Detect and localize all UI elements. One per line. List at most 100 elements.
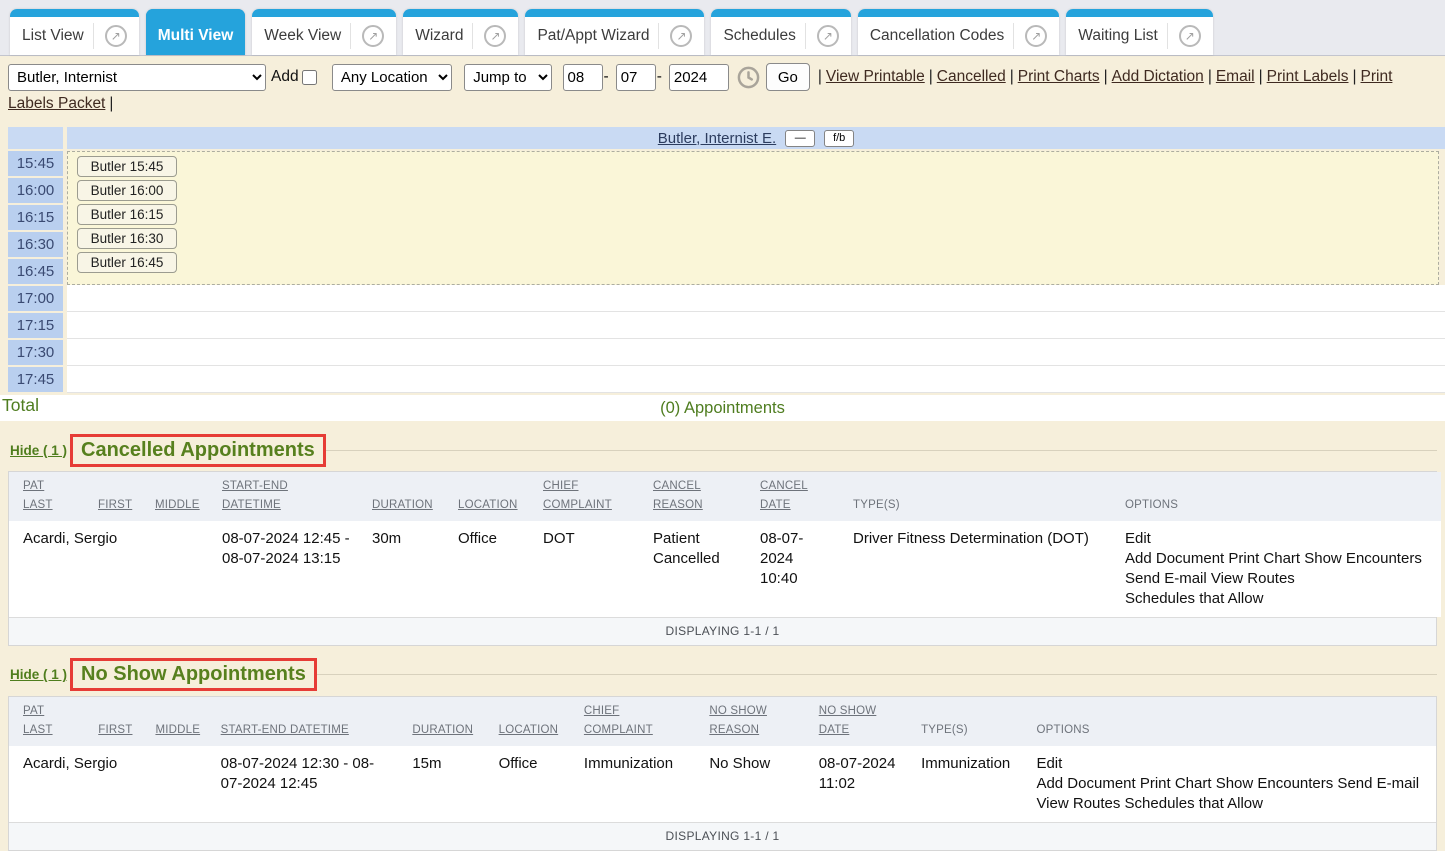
email-link[interactable]: Email <box>1216 68 1255 85</box>
tab-bar: List View ↗ Multi View Week View ↗ Wizar… <box>0 0 1445 56</box>
tab-list-view[interactable]: List View ↗ <box>10 9 139 55</box>
schedule-empty-row[interactable] <box>67 339 1445 366</box>
tab-week-view[interactable]: Week View ↗ <box>252 9 396 55</box>
open-in-new-window-icon[interactable]: ↗ <box>670 25 692 47</box>
schedule-content: Butler 15:45 Butler 16:00 Butler 16:15 B… <box>67 151 1445 394</box>
option-links-line[interactable]: Send E-mail View Routes <box>1125 569 1433 589</box>
add-checkbox[interactable] <box>302 70 317 85</box>
col-first[interactable]: FIRST <box>84 697 141 746</box>
go-button[interactable]: Go <box>766 63 810 91</box>
slot-button-1545[interactable]: Butler 15:45 <box>77 156 177 177</box>
tab-accent-strip <box>1066 9 1213 17</box>
provider-select[interactable]: Butler, Internist <box>8 64 266 91</box>
col-location[interactable]: LOCATION <box>444 472 529 521</box>
tab-divider <box>658 23 659 49</box>
open-in-new-window-icon[interactable]: ↗ <box>1179 25 1201 47</box>
types-cell: Immunization <box>907 746 1022 822</box>
tab-divider <box>1167 23 1168 49</box>
col-cancel-date[interactable]: CANCELDATE <box>746 472 839 521</box>
col-pat-last[interactable]: PATLAST <box>9 472 84 521</box>
col-middle[interactable]: MIDDLE <box>141 472 208 521</box>
total-label: Total <box>2 395 39 416</box>
datetime-cell: 08-07-2024 12:45 - 08-07-2024 13:15 <box>208 521 358 617</box>
no-show-highlight-box: No Show Appointments <box>70 658 317 691</box>
col-duration[interactable]: DURATION <box>358 472 444 521</box>
col-first[interactable]: FIRST <box>84 472 141 521</box>
clock-icon[interactable] <box>737 66 760 89</box>
cancelled-link[interactable]: Cancelled <box>937 68 1006 85</box>
slot-button-1600[interactable]: Butler 16:00 <box>77 180 177 201</box>
tab-label: Cancellation Codes <box>870 27 1004 45</box>
no-show-hide-link[interactable]: Hide ( 1 ) <box>10 667 67 682</box>
date-year-field[interactable] <box>669 64 729 91</box>
col-chief-complaint[interactable]: CHIEFCOMPLAINT <box>570 697 695 746</box>
tab-label: Pat/Appt Wizard <box>537 27 649 45</box>
link-separator: | <box>1353 68 1357 85</box>
tab-wizard[interactable]: Wizard ↗ <box>403 9 518 55</box>
tab-accent-strip <box>252 9 396 17</box>
col-start-end-datetime[interactable]: START-END DATETIME <box>207 697 399 746</box>
tab-pat-appt-wizard[interactable]: Pat/Appt Wizard ↗ <box>525 9 704 55</box>
cancelled-hide-link[interactable]: Hide ( 1 ) <box>10 443 67 458</box>
cancelled-header-row: PATLAST FIRST MIDDLE START-ENDDATETIME D… <box>9 472 1441 521</box>
col-cancel-reason[interactable]: CANCELREASON <box>639 472 746 521</box>
schedule-total-row: Total (0) Appointments <box>0 395 1445 421</box>
date-day-field[interactable] <box>616 64 656 91</box>
cancelled-section-title: Cancelled Appointments <box>81 439 315 462</box>
col-chief-complaint[interactable]: CHIEFCOMPLAINT <box>529 472 639 521</box>
option-links-line[interactable]: Schedules that Allow <box>1125 589 1433 609</box>
slot-button-1615[interactable]: Butler 16:15 <box>77 204 177 225</box>
open-in-new-window-icon[interactable]: ↗ <box>817 25 839 47</box>
jump-to-select[interactable]: Jump to <box>464 64 552 91</box>
tab-divider <box>93 23 94 49</box>
tab-label: Waiting List <box>1078 27 1158 45</box>
tab-label: Week View <box>264 27 341 45</box>
col-pat-last[interactable]: PATLAST <box>9 697 84 746</box>
col-middle[interactable]: MIDDLE <box>141 697 206 746</box>
option-links-line[interactable]: Add Document Print Chart Show Encounters… <box>1036 774 1428 794</box>
option-links-line[interactable]: Add Document Print Chart Show Encounters <box>1125 549 1433 569</box>
slot-button-1630[interactable]: Butler 16:30 <box>77 228 177 249</box>
availability-region: Butler 15:45 Butler 16:00 Butler 16:15 B… <box>67 151 1439 285</box>
option-links-line[interactable]: Edit <box>1125 529 1433 549</box>
patient-name-cell: Acardi, Sergio <box>9 746 207 822</box>
col-no-show-reason[interactable]: NO SHOWREASON <box>695 697 804 746</box>
option-links-line[interactable]: View Routes Schedules that Allow <box>1036 794 1428 814</box>
schedule-empty-row[interactable] <box>67 285 1445 312</box>
col-no-show-date[interactable]: NO SHOWDATE <box>805 697 907 746</box>
open-in-new-window-icon[interactable]: ↗ <box>484 25 506 47</box>
date-month-field[interactable] <box>563 64 603 91</box>
duration-cell: 15m <box>398 746 484 822</box>
options-cell[interactable]: Edit Add Document Print Chart Show Encou… <box>1022 746 1436 822</box>
collapse-column-button[interactable]: — <box>785 130 815 147</box>
schedule-empty-row[interactable] <box>67 366 1445 393</box>
time-slot-label: 17:45 <box>8 367 63 392</box>
location-select[interactable]: Any Location <box>332 64 452 91</box>
print-charts-link[interactable]: Print Charts <box>1018 68 1100 85</box>
option-links-line[interactable]: Edit <box>1036 754 1428 774</box>
provider-column-link[interactable]: Butler, Internist E. <box>658 130 776 147</box>
tab-cancellation-codes[interactable]: Cancellation Codes ↗ <box>858 9 1059 55</box>
view-printable-link[interactable]: View Printable <box>826 68 925 85</box>
open-in-new-window-icon[interactable]: ↗ <box>1025 25 1047 47</box>
col-start-end-datetime[interactable]: START-ENDDATETIME <box>208 472 358 521</box>
tab-schedules[interactable]: Schedules ↗ <box>711 9 850 55</box>
col-types: TYPE(S) <box>907 697 1022 746</box>
add-dictation-link[interactable]: Add Dictation <box>1112 68 1204 85</box>
col-duration[interactable]: DURATION <box>398 697 484 746</box>
print-labels-link[interactable]: Print Labels <box>1267 68 1349 85</box>
col-location[interactable]: LOCATION <box>485 697 570 746</box>
open-in-new-window-icon[interactable]: ↗ <box>362 25 384 47</box>
forward-back-button[interactable]: f/b <box>824 130 854 147</box>
tab-divider <box>350 23 351 49</box>
schedule-empty-row[interactable] <box>67 312 1445 339</box>
tab-multi-view[interactable]: Multi View <box>146 9 246 55</box>
tab-waiting-list[interactable]: Waiting List ↗ <box>1066 9 1213 55</box>
datetime-cell: 08-07-2024 12:30 - 08-07-2024 12:45 <box>207 746 399 822</box>
time-column: 15:45 16:00 16:15 16:30 16:45 17:00 17:1… <box>8 151 63 394</box>
options-cell[interactable]: Edit Add Document Print Chart Show Encou… <box>1111 521 1441 617</box>
link-separator: | <box>1208 68 1212 85</box>
slot-button-1645[interactable]: Butler 16:45 <box>77 252 177 273</box>
open-in-new-window-icon[interactable]: ↗ <box>105 25 127 47</box>
chief-complaint-cell: Immunization <box>570 746 695 822</box>
